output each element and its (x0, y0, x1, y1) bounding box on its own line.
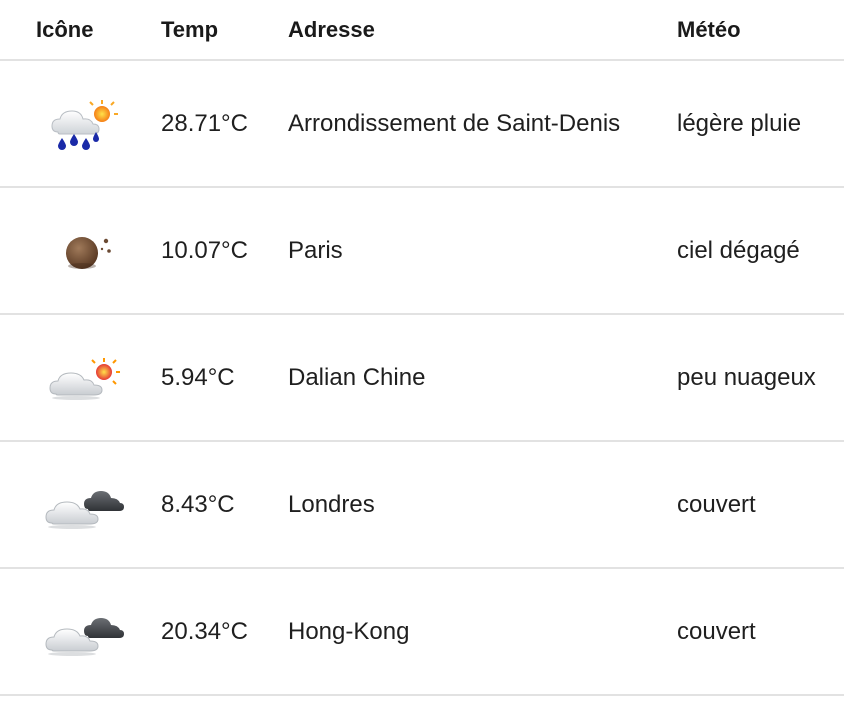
table-header: Icône Temp Adresse Météo (0, 0, 844, 61)
row-weather: couvert (677, 617, 756, 645)
header-icon[interactable]: Icône (36, 0, 93, 59)
table-row[interactable]: 8.43°C Londres couvert (0, 442, 844, 569)
row-temp: 28.71°C (161, 109, 248, 137)
row-weather: légère pluie (677, 109, 802, 137)
row-weather: ciel dégagé (677, 236, 800, 264)
row-weather: couvert (677, 490, 756, 518)
header-temp[interactable]: Temp (161, 0, 218, 59)
row-address: Paris (288, 236, 343, 264)
header-address[interactable]: Adresse (288, 0, 375, 59)
weather-table: Icône Temp Adresse Météo 28.71°C Arrondi… (0, 0, 844, 696)
row-temp: 5.94°C (161, 363, 235, 391)
overcast-icon (44, 442, 124, 567)
row-temp: 8.43°C (161, 490, 235, 518)
clear-night-icon (44, 188, 124, 313)
row-address: Hong-Kong (288, 617, 410, 645)
row-temp: 10.07°C (161, 236, 248, 264)
row-address: Londres (288, 490, 375, 518)
table-row[interactable]: 28.71°C Arrondissement de Saint-Denis lé… (0, 61, 844, 188)
row-address: Dalian Chine (288, 363, 426, 391)
cloud-sun-icon (44, 315, 124, 440)
table-row[interactable]: 20.34°C Hong-Kong couvert (0, 569, 844, 696)
overcast-icon (44, 569, 124, 694)
table-row[interactable]: 5.94°C Dalian Chine peu nuageux (0, 315, 844, 442)
row-address: Arrondissement de Saint-Denis (288, 109, 621, 137)
row-temp: 20.34°C (161, 617, 248, 645)
rain-sun-icon (44, 61, 124, 186)
header-weather[interactable]: Météo (677, 0, 741, 59)
table-row[interactable]: 10.07°C Paris ciel dégagé (0, 188, 844, 315)
row-weather: peu nuageux (677, 363, 816, 391)
